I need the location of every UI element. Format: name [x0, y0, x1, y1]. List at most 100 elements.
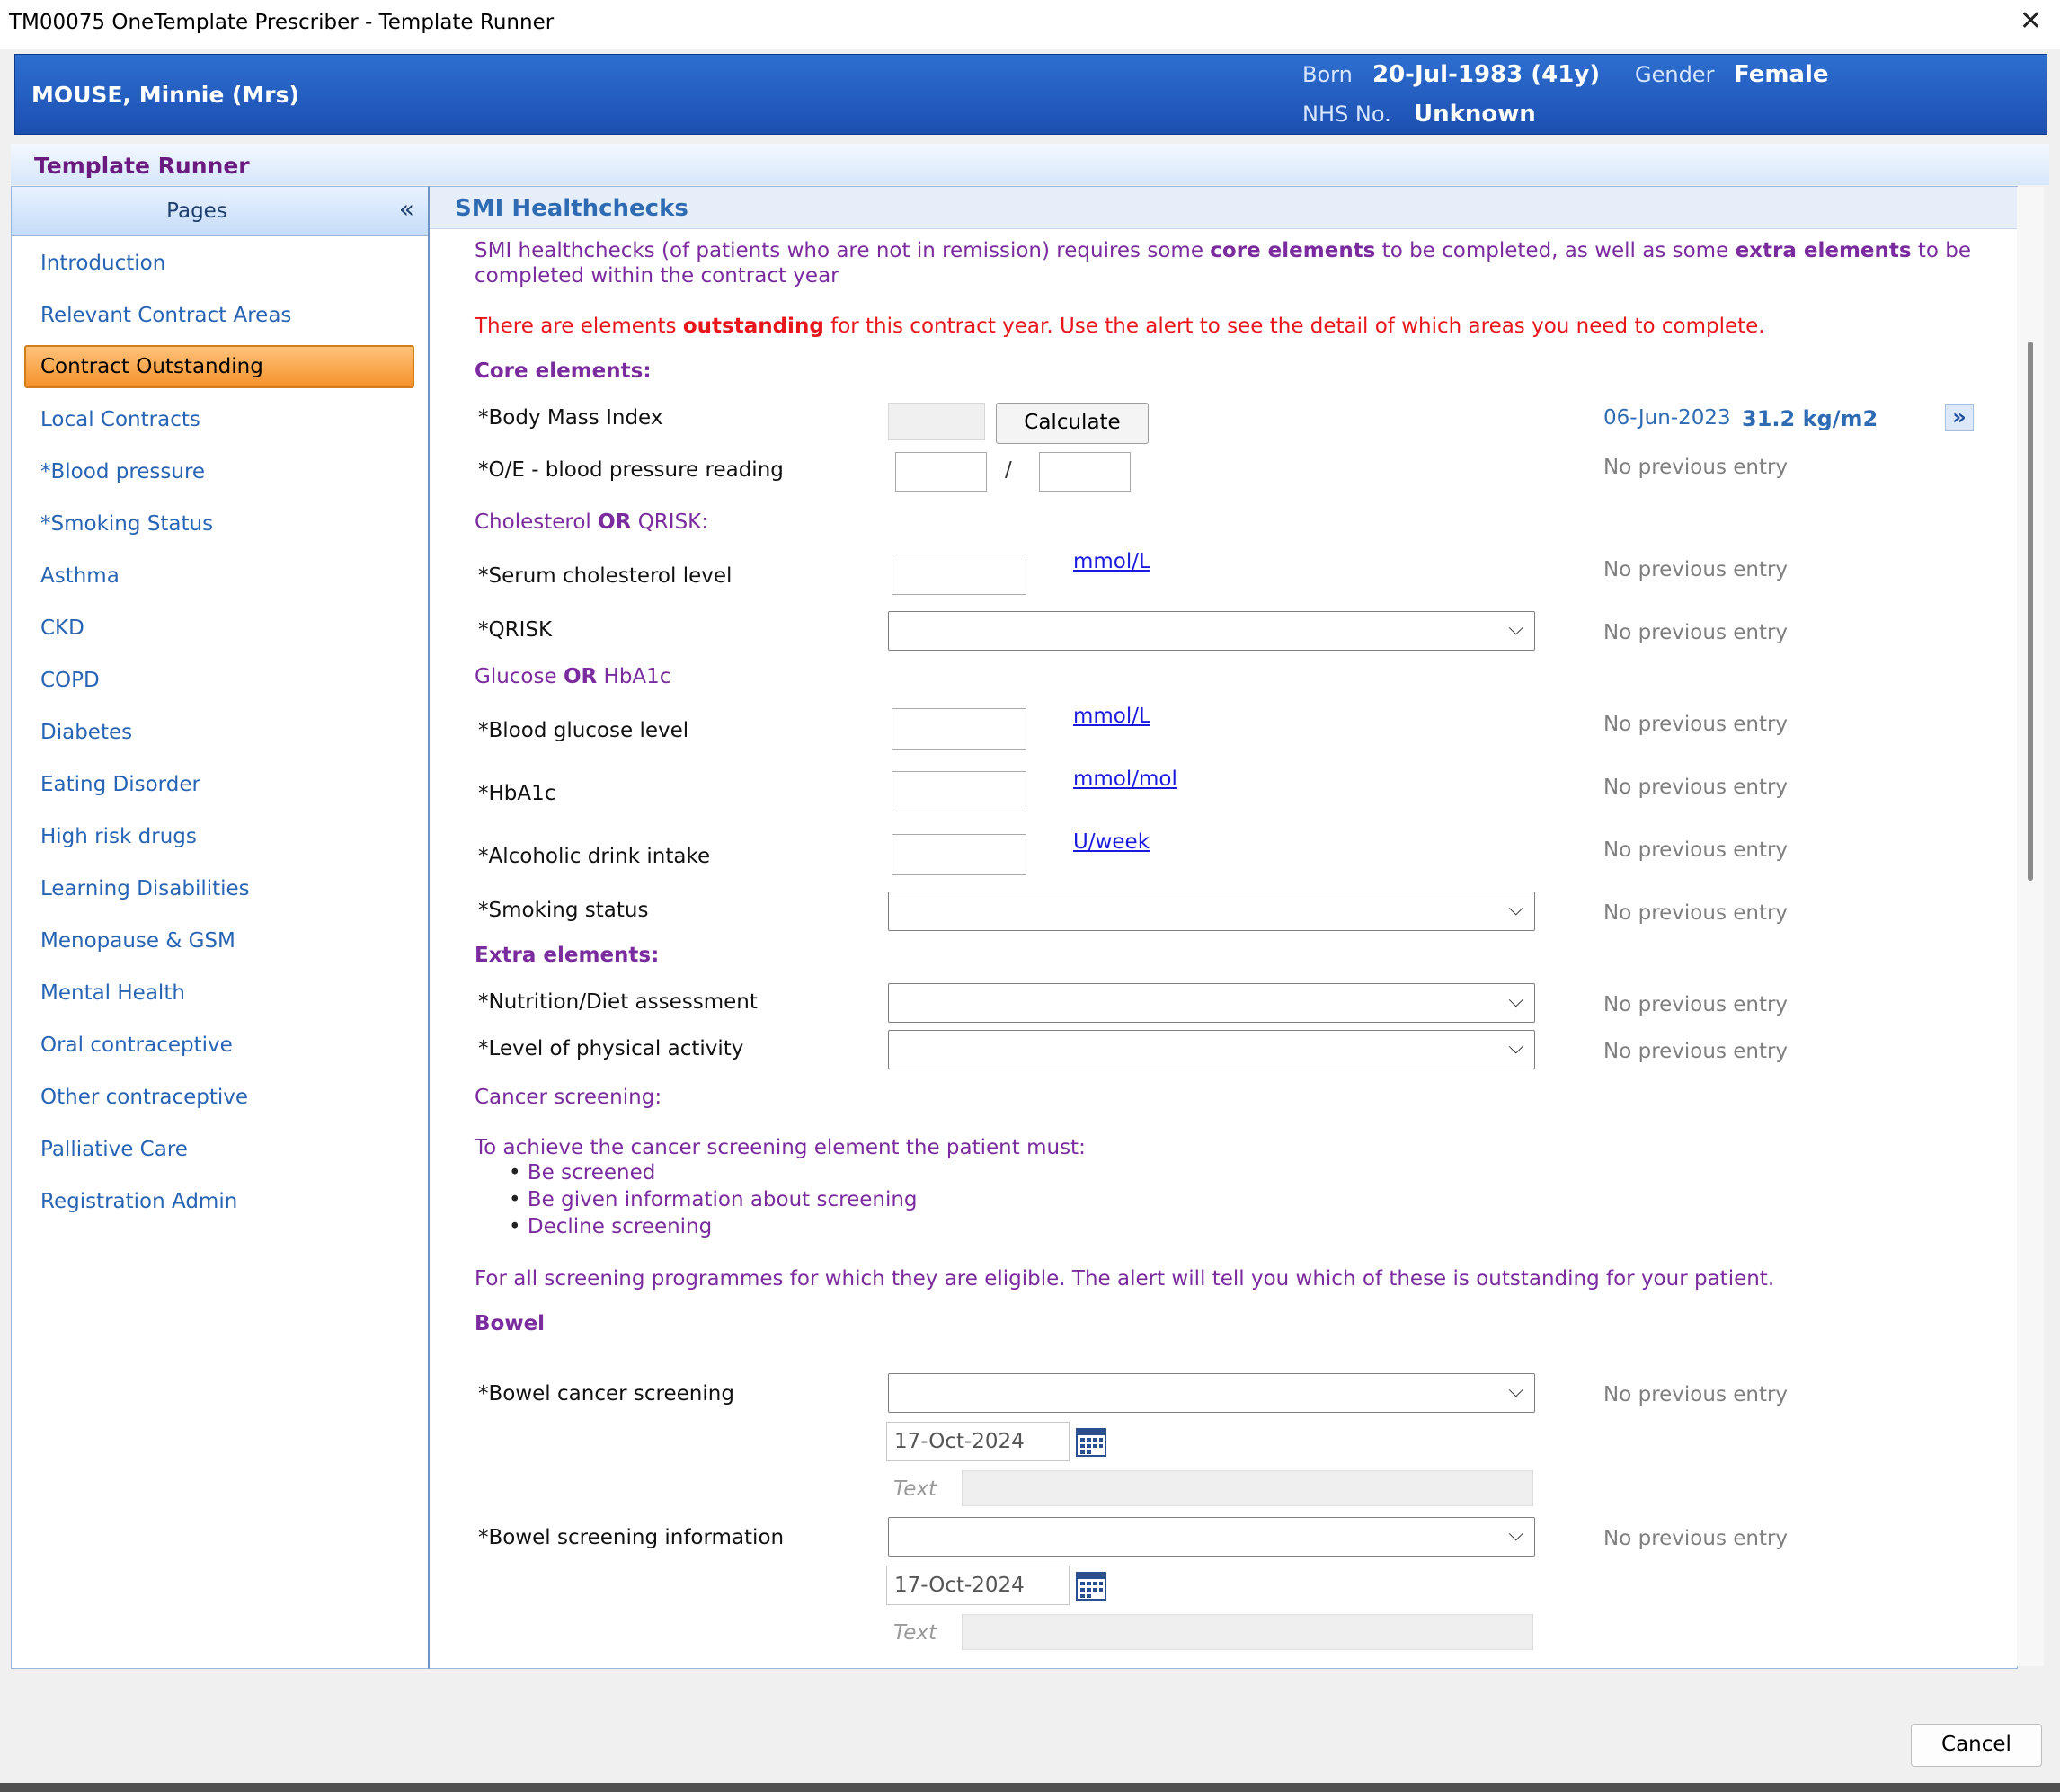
sidebar-item-copd[interactable]: COPD [40, 669, 100, 692]
smoking-label: *Smoking status [478, 899, 649, 922]
gender-value: Female [1734, 61, 1829, 88]
alcohol-unit-link[interactable]: U/week [1073, 830, 1150, 854]
glucose-no-previous: No previous entry [1603, 713, 1789, 736]
alert-emphasis: outstanding [682, 315, 824, 338]
sidebar-item-blood-pressure[interactable]: *Blood pressure [40, 460, 205, 483]
bowel-screening-label: *Bowel cancer screening [478, 1382, 734, 1406]
bowel-info-select[interactable]: ⌵ [888, 1517, 1535, 1557]
bp-diastolic-input[interactable] [1039, 452, 1131, 492]
bullet-icon: • [509, 1215, 521, 1238]
sidebar-item-other-contraceptive[interactable]: Other contraceptive [40, 1086, 248, 1109]
intro-line-1: SMI healthchecks (of patients who are no… [475, 239, 1971, 262]
cancel-button[interactable]: Cancel [1911, 1724, 2042, 1767]
bowel-info-text-input[interactable] [962, 1614, 1533, 1650]
hba1c-input[interactable] [892, 771, 1026, 812]
extra-elements-heading: Extra elements: [475, 944, 660, 967]
calculate-button[interactable]: Calculate [996, 403, 1149, 444]
bp-systolic-input[interactable] [895, 452, 987, 492]
window-titlebar: TM00075 OneTemplate Prescriber - Templat… [0, 0, 2060, 49]
sidebar-item-registration-admin[interactable]: Registration Admin [40, 1190, 237, 1213]
collapse-icon[interactable]: « [399, 194, 414, 224]
nutrition-no-previous: No previous entry [1603, 993, 1789, 1016]
gender-label: Gender [1635, 62, 1715, 87]
heading-text: Glucose [475, 665, 564, 688]
outstanding-alert: There are elements outstanding for this … [475, 315, 1765, 338]
bowel-screening-text-input[interactable] [962, 1470, 1533, 1506]
qrisk-label: *QRISK [478, 618, 553, 642]
glucose-label: *Blood glucose level [478, 719, 689, 742]
cholesterol-input[interactable] [892, 554, 1026, 595]
bowel-screening-date-input[interactable]: 17-Oct-2024 [886, 1422, 1070, 1461]
bowel-info-text-label: Text [893, 1621, 937, 1645]
nhs-label: NHS No. [1302, 102, 1391, 127]
nhs-value: Unknown [1414, 101, 1536, 128]
chevron-down-icon: ⌵ [1508, 898, 1523, 920]
bowel-screening-select[interactable]: ⌵ [888, 1373, 1535, 1413]
sidebar-item-local-contracts[interactable]: Local Contracts [40, 408, 200, 431]
sidebar-item-learning-disabilities[interactable]: Learning Disabilities [40, 877, 250, 900]
cholesterol-unit-link[interactable]: mmol/L [1073, 550, 1150, 573]
born-label: Born [1302, 62, 1353, 87]
glucose-hba1c-heading: Glucose OR HbA1c [475, 665, 670, 688]
bowel-info-date-input[interactable]: 17-Oct-2024 [886, 1566, 1070, 1605]
glucose-unit-link[interactable]: mmol/L [1073, 705, 1150, 728]
heading-text: QRISK: [631, 510, 709, 534]
activity-label: *Level of physical activity [478, 1037, 744, 1060]
glucose-input[interactable] [892, 708, 1026, 750]
calendar-icon[interactable] [1075, 1427, 1107, 1458]
cancer-bullet: • Decline screening [509, 1215, 712, 1238]
sidebar-item-smoking-status[interactable]: *Smoking Status [40, 512, 213, 536]
sidebar-item-oral-contraceptive[interactable]: Oral contraceptive [40, 1034, 233, 1057]
bp-label: *O/E - blood pressure reading [478, 458, 784, 482]
window-title: TM00075 OneTemplate Prescriber - Templat… [9, 11, 555, 34]
sidebar-item-palliative-care[interactable]: Palliative Care [40, 1138, 188, 1161]
intro-text: to be completed, as well as some [1375, 239, 1736, 262]
qrisk-select[interactable]: ⌵ [888, 611, 1535, 651]
sidebar-item-label: Contract Outstanding [40, 355, 263, 378]
cancer-bullet: • Be given information about screening [509, 1188, 918, 1211]
sidebar-item-introduction[interactable]: Introduction [40, 252, 165, 275]
cancer-bullet: • Be screened [509, 1161, 655, 1184]
hba1c-unit-link[interactable]: mmol/mol [1073, 767, 1177, 791]
sidebar-item-eating-disorder[interactable]: Eating Disorder [40, 773, 200, 796]
or-emphasis: OR [563, 665, 598, 688]
alcohol-input[interactable] [892, 834, 1026, 875]
cancer-note: For all screening programmes for which t… [475, 1267, 1775, 1291]
sidebar-item-asthma[interactable]: Asthma [40, 564, 120, 588]
sidebar-item-menopause-gsm[interactable]: Menopause & GSM [40, 929, 235, 953]
born-value: 20-Jul-1983 (41y) [1372, 61, 1601, 88]
bullet-icon: • [509, 1188, 521, 1211]
template-content-panel: SMI Healthchecks SMI healthchecks (of pa… [428, 186, 2018, 1669]
sidebar-item-diabetes[interactable]: Diabetes [40, 721, 132, 744]
date-value: 17-Oct-2024 [894, 1574, 1025, 1597]
or-emphasis: OR [598, 510, 632, 534]
smoking-select[interactable]: ⌵ [888, 892, 1535, 931]
calendar-icon[interactable] [1075, 1571, 1107, 1601]
scrollbar-thumb[interactable] [2028, 342, 2033, 881]
sidebar-item-contract-outstanding[interactable]: Contract Outstanding [24, 345, 414, 388]
cancer-intro: To achieve the cancer screening element … [475, 1136, 1086, 1159]
history-expand-icon[interactable]: » [1945, 404, 1974, 431]
cholesterol-qrisk-heading: Cholesterol OR QRISK: [475, 510, 708, 534]
chevron-down-icon: ⌵ [1508, 989, 1523, 1012]
nutrition-label: *Nutrition/Diet assessment [478, 990, 758, 1014]
sidebar-item-mental-health[interactable]: Mental Health [40, 981, 185, 1005]
nutrition-select[interactable]: ⌵ [888, 983, 1535, 1023]
sidebar-item-relevant-contract-areas[interactable]: Relevant Contract Areas [40, 304, 291, 327]
template-runner-title: Template Runner [34, 153, 250, 179]
chevron-down-icon: ⌵ [1508, 1523, 1523, 1546]
bmi-label: *Body Mass Index [478, 406, 663, 430]
sidebar-item-ckd[interactable]: CKD [40, 617, 84, 640]
bp-separator: / [1005, 458, 1012, 482]
pages-header: Pages « [12, 187, 429, 236]
close-icon[interactable]: ✕ [2020, 5, 2042, 37]
bowel-screening-text-label: Text [893, 1477, 937, 1501]
hba1c-no-previous: No previous entry [1603, 776, 1789, 799]
sidebar-item-high-risk-drugs[interactable]: High risk drugs [40, 825, 197, 848]
pages-sidebar: Pages « Introduction Relevant Contract A… [11, 186, 430, 1669]
chevron-down-icon: ⌵ [1508, 617, 1523, 640]
hba1c-label: *HbA1c [478, 782, 556, 805]
bmi-input[interactable] [888, 403, 985, 440]
activity-select[interactable]: ⌵ [888, 1030, 1535, 1069]
intro-line-2: completed within the contract year [475, 264, 839, 288]
